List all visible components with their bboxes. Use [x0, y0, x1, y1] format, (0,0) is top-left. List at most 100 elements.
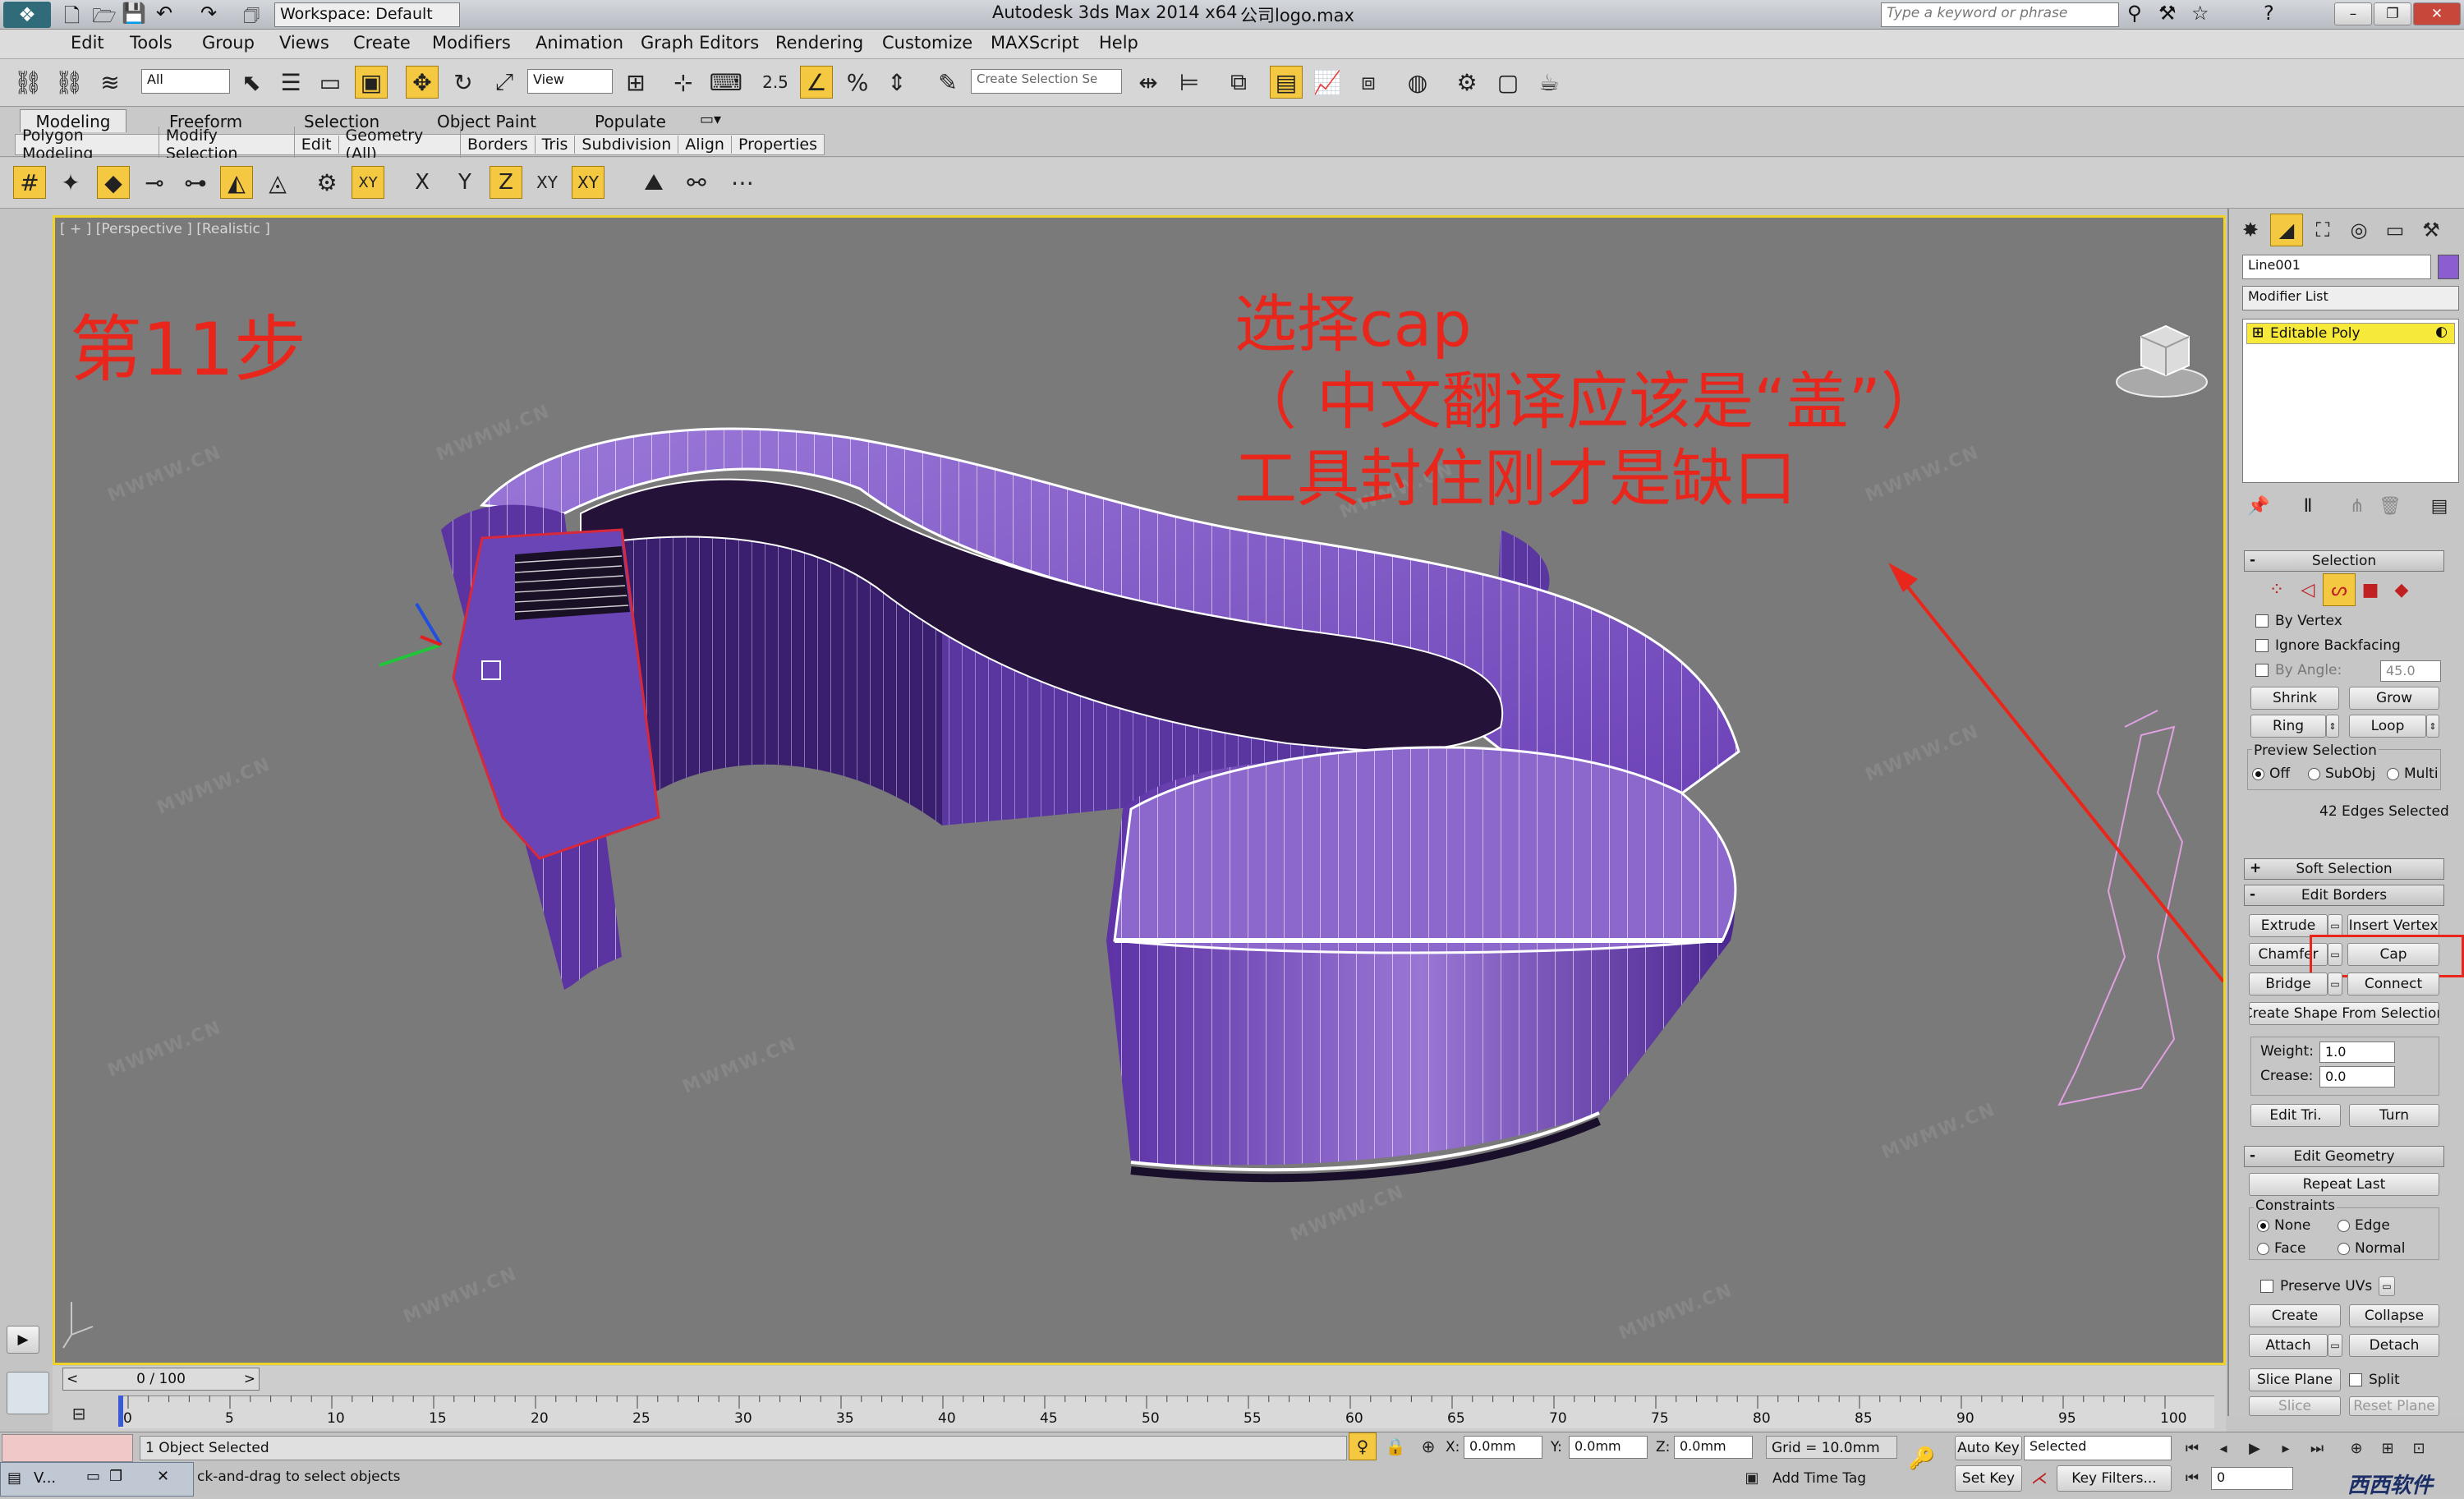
preview-multi-radio[interactable]: Multi: [2387, 766, 2439, 782]
more-tools-icon[interactable]: ⋯: [726, 166, 759, 199]
place-highlight-icon[interactable]: ⛰: [637, 166, 670, 199]
split-checkbox[interactable]: Split: [2349, 1372, 2400, 1388]
loop-button[interactable]: Loop: [2349, 715, 2426, 738]
select-object-icon[interactable]: ⬉: [235, 66, 268, 99]
ring-spinner[interactable]: ⇕: [2326, 715, 2339, 738]
grid-snap-icon[interactable]: #: [13, 166, 46, 199]
axis-z-button[interactable]: Z: [490, 166, 522, 199]
bind-space-warp-icon[interactable]: ≋: [94, 66, 126, 99]
subscription-icon[interactable]: ⚒: [2158, 2, 2177, 25]
unlink-icon[interactable]: ⛓: [53, 66, 85, 99]
material-editor-icon[interactable]: ◍: [1401, 66, 1434, 99]
constraint-edge-radio[interactable]: Edge: [2338, 1217, 2390, 1234]
next-frame-icon[interactable]: ▸: [2272, 1434, 2300, 1462]
zoom-extents-icon[interactable]: ⊡: [2405, 1434, 2433, 1462]
binoculars-icon[interactable]: ⚲: [2127, 2, 2142, 25]
play-icon[interactable]: ▶: [2241, 1434, 2269, 1462]
collapse-button[interactable]: Collapse: [2349, 1304, 2439, 1327]
create-shape-button[interactable]: Create Shape From Selection: [2249, 1002, 2439, 1025]
key-mode-dropdown[interactable]: Selected: [2024, 1436, 2172, 1460]
make-unique-icon[interactable]: ⋔: [2341, 490, 2374, 522]
reset-plane-button[interactable]: Reset Plane: [2349, 1396, 2439, 1416]
utilities-tab-icon[interactable]: ⚒: [2415, 214, 2448, 246]
light-bulb-icon[interactable]: ◐: [2435, 324, 2448, 340]
extrude-button[interactable]: Extrude: [2249, 914, 2328, 937]
rendered-frame-icon[interactable]: ▢: [1492, 66, 1524, 99]
tab-populate[interactable]: Populate: [595, 112, 666, 131]
selection-rollout-header[interactable]: - Selection: [2244, 550, 2444, 572]
key-mode-toggle-icon[interactable]: ⏮: [2178, 1464, 2206, 1492]
menu-views[interactable]: Views: [279, 33, 329, 53]
taskbar-minimize-icon[interactable]: ▭: [86, 1468, 100, 1485]
ribbon-toggle-icon[interactable]: ▤: [1270, 66, 1303, 99]
pivot-snap-icon[interactable]: ◬: [261, 166, 294, 199]
shrink-button[interactable]: Shrink: [2250, 687, 2339, 710]
select-by-name-icon[interactable]: ☰: [274, 66, 307, 99]
align-icon[interactable]: ⊨: [1173, 66, 1206, 99]
constraint-none-radio[interactable]: None: [2257, 1217, 2310, 1234]
panel-align[interactable]: Align: [678, 136, 732, 154]
connect-button[interactable]: Connect: [2347, 973, 2439, 996]
menu-customize[interactable]: Customize: [882, 33, 972, 53]
isolate-selection-icon[interactable]: ♀: [1349, 1432, 1377, 1460]
remove-modifier-icon[interactable]: 🗑: [2374, 490, 2407, 522]
soft-selection-rollout-header[interactable]: + Soft Selection: [2244, 858, 2444, 880]
modify-tab-icon[interactable]: ◢: [2270, 214, 2303, 246]
select-manipulate-icon[interactable]: ⊹: [667, 66, 700, 99]
zoom-icon[interactable]: ⊕: [2342, 1434, 2370, 1462]
track-bar-icon[interactable]: ⊟: [62, 1397, 95, 1430]
key-filters-button[interactable]: Key Filters...: [2057, 1465, 2172, 1492]
absolute-mode-icon[interactable]: ⊕: [1414, 1432, 1442, 1460]
loop-spinner[interactable]: ⇕: [2426, 715, 2439, 738]
create-button[interactable]: Create: [2249, 1304, 2341, 1327]
window-crossing-icon[interactable]: ▣: [355, 66, 388, 99]
menu-animation[interactable]: Animation: [536, 33, 623, 53]
expand-icon[interactable]: ⊞: [2252, 324, 2264, 341]
snap-options-icon[interactable]: ⚙: [310, 166, 343, 199]
hold-icon[interactable]: 🗇: [243, 2, 260, 33]
attach-button[interactable]: Attach: [2249, 1334, 2328, 1357]
play-panel-button[interactable]: ▶: [7, 1326, 39, 1354]
mirror-icon[interactable]: ⇹: [1132, 66, 1165, 99]
menu-rendering[interactable]: Rendering: [775, 33, 863, 53]
bridge-button[interactable]: Bridge: [2249, 973, 2328, 996]
angle-spinner[interactable]: 45.0: [2380, 660, 2441, 682]
selection-lock-icon[interactable]: 🔒: [1381, 1432, 1409, 1460]
edit-geometry-rollout-header[interactable]: - Edit Geometry: [2244, 1146, 2444, 1167]
axis-x-button[interactable]: X: [406, 166, 439, 199]
ribbon-options-icon[interactable]: ▭▾: [700, 111, 721, 128]
by-vertex-checkbox[interactable]: By Vertex: [2255, 613, 2342, 629]
redo-icon[interactable]: ↷: [200, 2, 217, 25]
spinner-snap-icon[interactable]: ⇕: [880, 66, 913, 99]
reference-coord-dropdown[interactable]: View: [527, 69, 613, 94]
midpoint-snap-icon[interactable]: ⊸: [138, 166, 171, 199]
detach-button[interactable]: Detach: [2349, 1334, 2439, 1357]
restore-button[interactable]: ❐: [2374, 2, 2411, 25]
set-key-filter-icon[interactable]: ⋌: [2025, 1464, 2053, 1492]
xy-plane-snap-icon[interactable]: XY: [352, 166, 384, 199]
ignore-backfacing-checkbox[interactable]: Ignore Backfacing: [2255, 637, 2401, 654]
panel-borders[interactable]: Borders: [461, 136, 536, 154]
select-scale-icon[interactable]: ⤢: [488, 66, 521, 99]
y-coordinate-field[interactable]: 0.0mm: [1569, 1436, 1648, 1459]
select-move-icon[interactable]: ✥: [406, 66, 439, 99]
motion-tab-icon[interactable]: ◎: [2342, 214, 2375, 246]
help-icon[interactable]: ?: [2264, 2, 2274, 25]
configure-modifier-sets-icon[interactable]: ▤: [2423, 490, 2456, 522]
repeat-last-button[interactable]: Repeat Last: [2249, 1173, 2439, 1196]
edit-named-selection-icon[interactable]: ✎: [931, 66, 964, 99]
taskbar-item[interactable]: ▤ V... ▭ ❐ ✕: [0, 1462, 194, 1497]
keyboard-shortcut-icon[interactable]: ⌨: [710, 66, 742, 99]
schematic-view-icon[interactable]: ⧈: [1352, 66, 1385, 99]
edit-tri-button[interactable]: Edit Tri.: [2250, 1104, 2341, 1127]
slice-plane-button[interactable]: Slice Plane: [2249, 1368, 2341, 1391]
time-slider[interactable]: < 0 / 100 >: [62, 1368, 260, 1391]
taskbar-close-icon[interactable]: ✕: [157, 1468, 169, 1485]
taskbar-restore-icon[interactable]: ❐: [109, 1468, 122, 1485]
z-coordinate-field[interactable]: 0.0mm: [1674, 1436, 1753, 1459]
turn-button[interactable]: Turn: [2349, 1104, 2439, 1127]
object-color-swatch[interactable]: [2438, 255, 2459, 279]
preserve-uvs-settings-button[interactable]: ▭: [2379, 1276, 2395, 1296]
add-time-tag-label[interactable]: Add Time Tag: [1772, 1470, 1866, 1487]
x-coordinate-field[interactable]: 0.0mm: [1464, 1436, 1542, 1459]
